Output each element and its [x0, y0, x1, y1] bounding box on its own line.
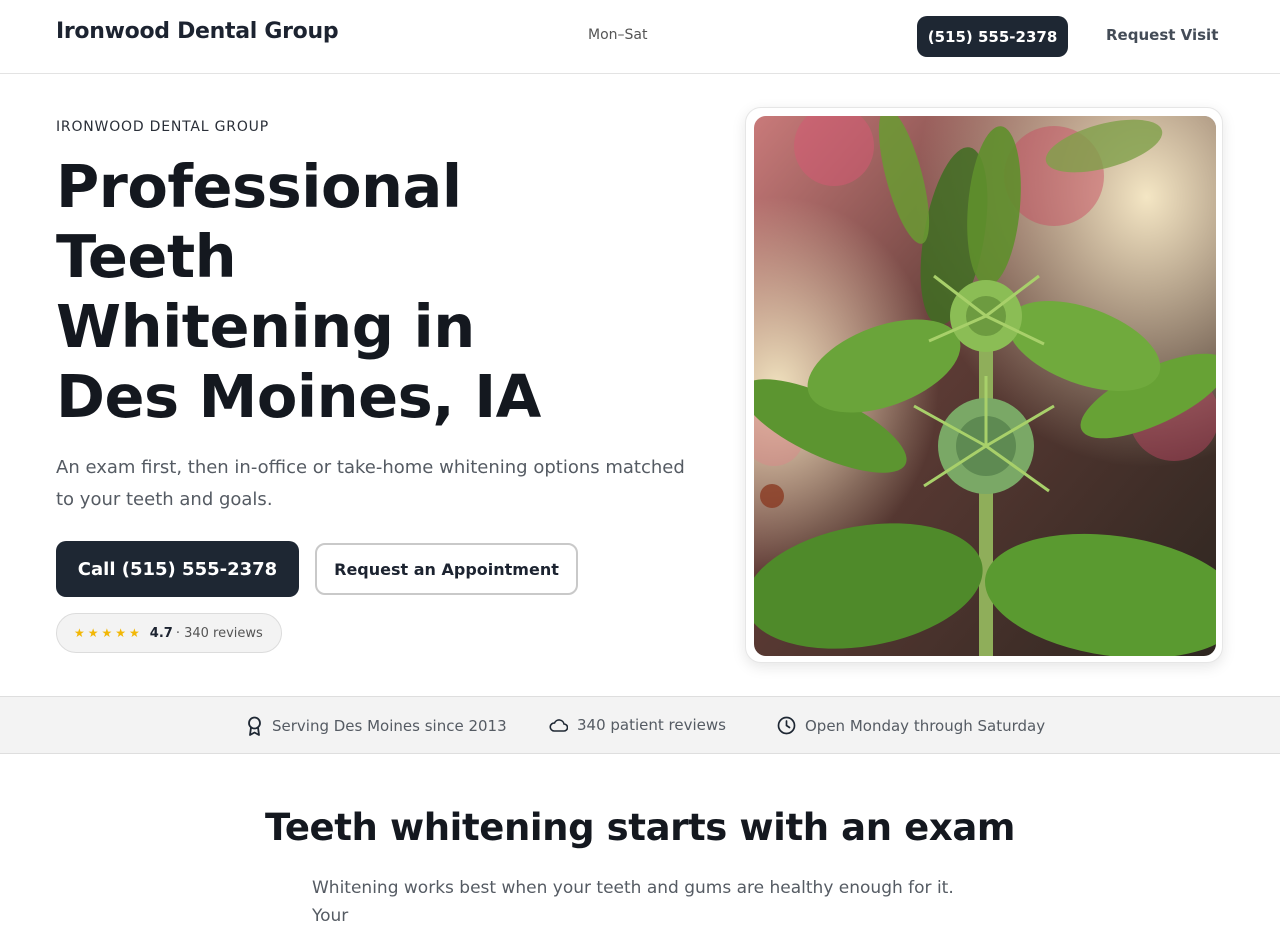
section-title: Teeth whitening starts with an exam: [264, 806, 1016, 849]
star-rating-icon: ★★★★★: [74, 626, 143, 640]
header-phone-button[interactable]: (515) 555-2378: [917, 16, 1068, 57]
clock-icon: [777, 716, 796, 735]
request-appointment-button[interactable]: Request an Appointment: [315, 543, 578, 595]
hero-title: Professional Teeth Whitening in Des Moin…: [56, 152, 541, 431]
award-ribbon-icon: [248, 716, 261, 736]
hero-subtitle: An exam first, then in-office or take-ho…: [56, 457, 685, 510]
rating-value: 4.7: [149, 625, 173, 641]
trust-label-since: Serving Des Moines since 2013: [272, 717, 507, 735]
trust-bar: Serving Des Moines since 2013 340 patien…: [0, 696, 1280, 754]
cloud-icon: [549, 719, 568, 732]
section-body: Whitening works best when your teeth and…: [312, 878, 954, 926]
hero-eyebrow: IRONWOOD DENTAL GROUP: [56, 119, 269, 135]
trust-item-hours: Open Monday through Saturday: [777, 716, 1045, 735]
trust-label-reviews: 340 patient reviews: [577, 716, 726, 734]
site-header: Ironwood Dental Group Mon–Sat (515) 555-…: [0, 0, 1280, 74]
request-visit-link[interactable]: Request Visit: [1106, 26, 1218, 44]
hero-image-card: [745, 107, 1223, 663]
call-button[interactable]: Call (515) 555-2378: [56, 541, 299, 597]
trust-item-since: Serving Des Moines since 2013: [246, 716, 507, 736]
hours-text: Mon–Sat: [588, 27, 648, 43]
brand-logo-text[interactable]: Ironwood Dental Group: [56, 19, 339, 44]
trust-label-hours: Open Monday through Saturday: [805, 716, 1046, 735]
trust-item-reviews: 340 patient reviews: [549, 716, 726, 734]
rating-badge: ★★★★★ 4.7 · 340 reviews: [56, 613, 282, 653]
review-count: · 340 reviews: [175, 625, 263, 641]
hero-plant-photo: [754, 116, 1216, 656]
